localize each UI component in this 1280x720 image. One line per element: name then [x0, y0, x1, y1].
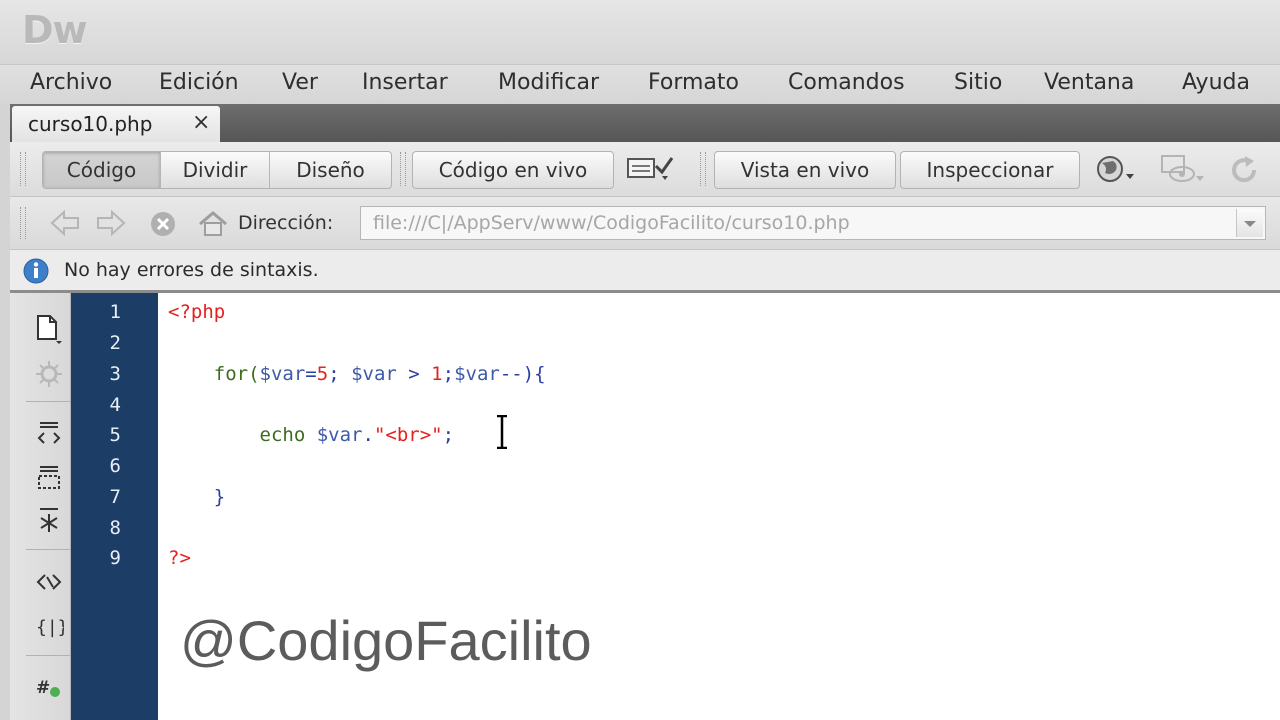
code-token: <?php [168, 301, 226, 323]
menu-insertar[interactable]: Insertar [362, 70, 448, 95]
code-view-button[interactable]: Código [43, 152, 161, 188]
line-number: 2 [109, 332, 121, 354]
document-tab-label: curso10.php [28, 112, 153, 136]
divider [26, 401, 72, 402]
line-number: 8 [109, 517, 121, 539]
show-code-navigator-icon[interactable] [34, 359, 64, 389]
preview-icon[interactable] [1156, 152, 1208, 186]
collapse-selection-icon[interactable] [34, 463, 64, 493]
coding-toolbar: {|} # [10, 293, 72, 720]
design-view-button[interactable]: Diseño [270, 152, 391, 188]
home-icon[interactable] [196, 209, 230, 239]
code-token: --){ [499, 363, 546, 385]
menu-bar: Archivo Edición Ver Insertar Modificar F… [0, 64, 1280, 103]
code-token: $var [454, 363, 500, 385]
address-bar: Dirección: file:///C|/AppServ/www/Codigo… [10, 197, 1280, 250]
code-token: "<br>" [373, 424, 443, 446]
code-token: $var [316, 424, 363, 446]
code-token: ; [442, 363, 455, 385]
close-tab-icon[interactable]: × [192, 110, 210, 135]
line-number: 5 [109, 424, 121, 446]
line-numbers-toggle-icon[interactable]: # [34, 673, 64, 703]
line-number-gutter: 1 2 3 4 5 6 7 8 9 [71, 293, 158, 720]
stop-icon[interactable] [148, 209, 178, 239]
expand-all-icon[interactable] [34, 505, 64, 535]
menu-archivo[interactable]: Archivo [30, 70, 112, 95]
code-line: ?> [168, 547, 191, 569]
line-number: 3 [109, 363, 121, 385]
code-line: for($var=5; $var > 1;$var--){ [168, 363, 546, 385]
divider [26, 655, 72, 656]
code-token: ; [442, 424, 455, 446]
line-number: 7 [109, 486, 121, 508]
live-code-button[interactable]: Código en vivo [412, 151, 614, 189]
address-input[interactable]: file:///C|/AppServ/www/CodigoFacilito/cu… [360, 206, 1266, 240]
address-value: file:///C|/AppServ/www/CodigoFacilito/cu… [373, 212, 850, 234]
code-line: } [168, 486, 225, 508]
line-number: 4 [109, 394, 121, 416]
svg-text:{|}: {|} [36, 617, 64, 638]
split-view-button[interactable]: Dividir [161, 152, 270, 188]
menu-formato[interactable]: Formato [648, 70, 739, 95]
code-line: echo $var."<br>"; [168, 424, 455, 446]
toolbar-grip[interactable] [20, 207, 26, 239]
multiscreen-icon[interactable] [624, 154, 676, 184]
line-number: 1 [109, 301, 121, 323]
code-token: ?> [168, 547, 191, 569]
title-bar: Dw [0, 0, 1280, 64]
code-token: } [168, 486, 226, 508]
collapse-full-tag-icon[interactable] [34, 419, 64, 449]
menu-ayuda[interactable]: Ayuda [1182, 70, 1250, 95]
select-parent-tag-icon[interactable] [34, 567, 64, 597]
document-toolbar: Código Dividir Diseño Código en vivo Vis… [10, 142, 1280, 197]
menu-sitio[interactable]: Sitio [954, 70, 1002, 95]
toolbar-separator [400, 152, 406, 186]
code-token: for( [168, 363, 260, 385]
app-logo: Dw [22, 8, 88, 52]
menu-ventana[interactable]: Ventana [1044, 70, 1134, 95]
code-token: . [362, 424, 374, 446]
menu-edicion[interactable]: Edición [159, 70, 239, 95]
document-tab[interactable]: curso10.php × [12, 106, 220, 142]
menu-modificar[interactable]: Modificar [498, 70, 599, 95]
chevron-down-icon [1244, 221, 1256, 227]
view-mode-group: Código Dividir Diseño [42, 151, 392, 189]
code-token: 5 [316, 363, 329, 385]
globe-icon[interactable] [1092, 154, 1142, 186]
live-view-button[interactable]: Vista en vivo [714, 151, 896, 189]
toolbar-grip[interactable] [20, 152, 26, 186]
toolbar-separator [700, 152, 706, 186]
open-documents-icon[interactable] [34, 313, 64, 344]
code-token: 1 [431, 363, 443, 385]
document-tab-bar: curso10.php × [10, 104, 1280, 142]
channel-watermark: @CodigoFacilito [180, 609, 592, 672]
divider [26, 549, 72, 550]
syntax-status-bar: No hay errores de sintaxis. [10, 250, 1280, 293]
code-line: <?php [168, 301, 225, 323]
refresh-icon[interactable] [1228, 154, 1260, 186]
address-dropdown-button[interactable] [1236, 209, 1263, 237]
inspect-button[interactable]: Inspeccionar [900, 151, 1080, 189]
line-number: 6 [109, 455, 121, 477]
back-arrow-icon[interactable] [48, 209, 82, 237]
code-token: > [396, 363, 432, 385]
balance-braces-icon[interactable]: {|} [34, 611, 69, 641]
code-token: ; [328, 363, 352, 385]
forward-arrow-icon[interactable] [94, 209, 128, 237]
code-token: $var [351, 363, 397, 385]
info-icon [22, 257, 50, 285]
text-cursor-icon [496, 414, 508, 450]
address-label: Dirección: [238, 212, 334, 234]
code-token: = [305, 363, 317, 385]
code-token: $var [259, 363, 306, 385]
code-token: echo [168, 424, 317, 446]
menu-comandos[interactable]: Comandos [788, 70, 905, 95]
status-message: No hay errores de sintaxis. [64, 259, 319, 281]
svg-text:#: # [36, 678, 50, 698]
menu-ver[interactable]: Ver [282, 70, 318, 95]
line-number: 9 [109, 547, 121, 569]
